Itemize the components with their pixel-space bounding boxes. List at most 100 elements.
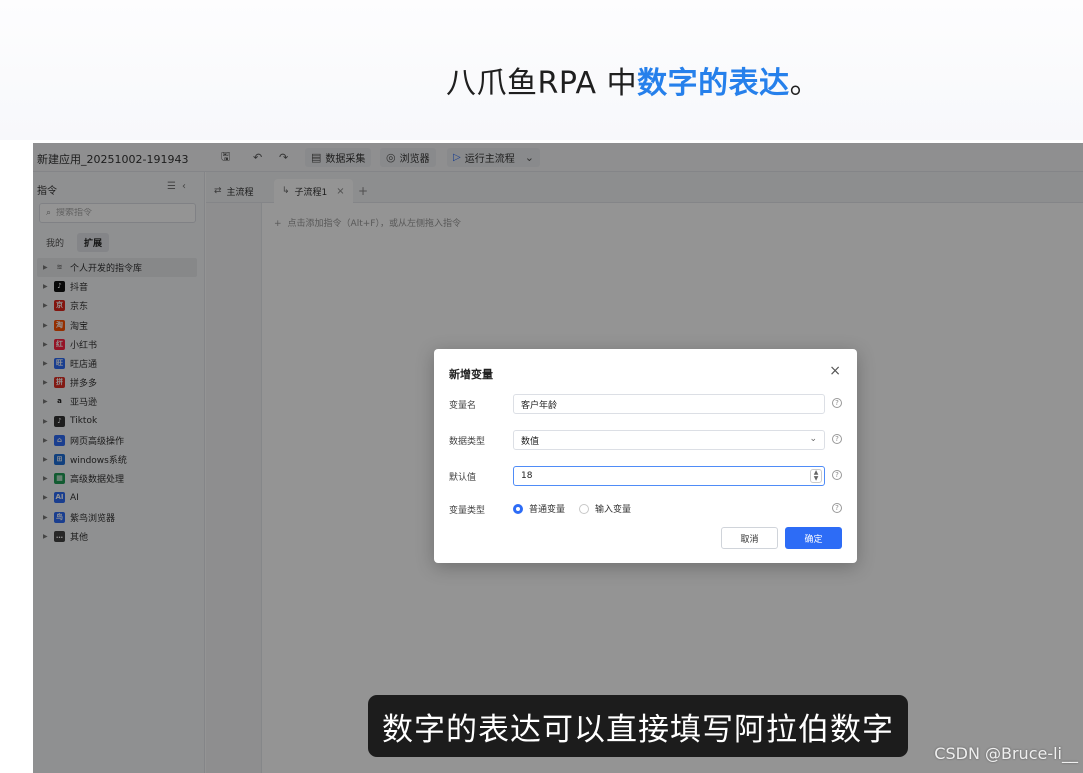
caret-right-icon[interactable]: ▶ <box>43 456 49 463</box>
sidebar-item[interactable]: ▶ ⌂ 网页高级操作 <box>37 431 197 450</box>
sidebar-item[interactable]: ▶ AI AI <box>37 488 197 507</box>
amazon-icon: a <box>57 397 62 406</box>
caret-right-icon[interactable]: ▶ <box>43 283 49 290</box>
sidebar-item[interactable]: ▶ ♪ 抖音 <box>37 277 197 296</box>
sidebar-item[interactable]: ▶ 京京东 <box>37 296 197 315</box>
banner-title-plain: 八爪鱼RPA 中 <box>446 66 638 101</box>
default-value-field[interactable]: ▲▼ <box>513 466 825 486</box>
data-icon: ▦ <box>54 473 65 485</box>
caret-right-icon[interactable]: ▶ <box>43 360 49 367</box>
redo-icon: ↷ <box>279 151 289 164</box>
sidebar-item-label: 京东 <box>70 302 89 313</box>
data-collect-label: 数据采集 <box>325 154 366 165</box>
redo-button[interactable]: ↷ <box>273 148 294 167</box>
data-type-select[interactable]: 数值 ⌄ <box>513 430 825 450</box>
close-icon[interactable]: × <box>336 186 344 197</box>
radio-input-variable[interactable]: 输入变量 <box>579 502 631 515</box>
sidebar-item[interactable]: ▶ ▦ 高级数据处理 <box>37 469 197 488</box>
caret-right-icon[interactable]: ▶ <box>43 264 49 271</box>
browser-icon: ◎ <box>386 151 396 164</box>
caret-right-icon[interactable]: ▶ <box>43 418 49 425</box>
tab-subflow-1[interactable]: ↳ 子流程1 × <box>274 179 353 203</box>
caret-right-icon[interactable]: ▶ <box>43 341 49 348</box>
collapse-list-icon[interactable]: ☰ <box>167 181 182 192</box>
sidebar-item[interactable]: ▶ a 亚马逊 <box>37 392 197 411</box>
radio-normal-variable[interactable]: 普通变量 <box>513 502 565 515</box>
save-button[interactable]: 🖫 <box>215 148 236 167</box>
sidebar-item[interactable]: ▶ ♪ Tiktok <box>37 412 197 431</box>
caret-right-icon[interactable]: ▶ <box>43 494 49 501</box>
help-icon[interactable]: ? <box>832 470 842 480</box>
sidebar-title: 指令 <box>37 186 57 197</box>
data-type-label: 数据类型 <box>449 437 486 447</box>
caret-right-icon[interactable]: ▶ <box>43 398 49 405</box>
sidebar-item[interactable]: ▶ 淘淘宝 <box>37 316 197 335</box>
sidebar-item[interactable]: ▶ 拼拼多多 <box>37 373 197 392</box>
variable-name-input[interactable] <box>521 399 791 409</box>
subflow-icon: ↳ <box>282 186 290 196</box>
number-stepper[interactable]: ▲ ▼ <box>810 469 822 483</box>
variable-name-field[interactable] <box>513 394 825 414</box>
close-icon[interactable]: × <box>829 363 841 379</box>
sidebar-item-label: 其他 <box>70 532 89 543</box>
caret-right-icon[interactable]: ▶ <box>43 514 49 521</box>
confirm-button[interactable]: 确定 <box>785 527 842 549</box>
sidebar-item[interactable]: ▶ 旺旺店通 <box>37 354 197 373</box>
variable-kind-label: 变量类型 <box>449 506 486 516</box>
dialog-title: 新增变量 <box>449 368 493 381</box>
help-icon[interactable]: ? <box>832 398 842 408</box>
caret-right-icon[interactable]: ▶ <box>43 475 49 482</box>
flow-tabbar: ⇄ 主流程 ↳ 子流程1 × + <box>206 172 1083 203</box>
caret-right-icon[interactable]: ▶ <box>43 302 49 309</box>
run-main-button[interactable]: ▷ 运行主流程 ⌄ <box>447 148 540 167</box>
sidebar-item-label: Tiktok <box>70 416 98 427</box>
help-icon[interactable]: ? <box>832 503 842 513</box>
search-input[interactable] <box>56 208 177 218</box>
undo-button[interactable]: ↶ <box>247 148 268 167</box>
data-collect-button[interactable]: ▤ 数据采集 <box>305 148 372 167</box>
radio-input-variable-label: 输入变量 <box>595 505 632 515</box>
layers-icon: ≋ <box>56 263 63 272</box>
tab-subflow-1-label: 子流程1 <box>294 187 328 198</box>
chevron-left-icon[interactable]: ‹ <box>182 181 192 192</box>
run-main-label: 运行主流程 <box>464 154 515 165</box>
default-value-input[interactable] <box>521 471 791 481</box>
sidebar-item[interactable]: ▶ 鸟紫鸟浏览器 <box>37 507 197 526</box>
watermark: CSDN @Bruce-li__ <box>934 744 1078 763</box>
sidebar-item-label: 淘宝 <box>70 321 89 332</box>
tab-mine[interactable]: 我的 <box>39 233 71 252</box>
add-command-hint[interactable]: + 点击添加指令（Alt+F），或从左侧拖入指令 <box>274 216 461 229</box>
top-toolbar: 新建应用_20251002-191943 🖫 ↶ ↷ ▤ 数据采集 ◎ 浏览器 ▷ 运… <box>33 143 1083 172</box>
chevron-down-icon[interactable]: ⌄ <box>525 151 534 164</box>
tab-main-flow[interactable]: ⇄ 主流程 <box>206 179 262 203</box>
help-icon[interactable]: ? <box>832 434 842 444</box>
browser-button[interactable]: ◎ 浏览器 <box>380 148 436 167</box>
caret-right-icon[interactable]: ▶ <box>43 437 49 444</box>
data-type-row: 数据类型 数值 ⌄ ? <box>449 430 849 450</box>
sidebar-item[interactable]: ▶ … 其他 <box>37 527 197 546</box>
caret-right-icon[interactable]: ▶ <box>43 533 49 540</box>
sidebar-tabs: 我的 扩展 <box>39 233 110 252</box>
tab-extensions[interactable]: 扩展 <box>77 233 110 252</box>
command-sidebar: 指令 ☰‹ ⌕ 我的 扩展 ▶ ≋ 个人开发的指令库 ▶ ♪ 抖音 ▶ 京京东 ▶ 淘淘宝 ▶ 红小红… <box>33 172 205 773</box>
sidebar-item-label: AI <box>70 492 79 503</box>
new-variable-dialog: 新增变量 × 变量名 ? 数据类型 数值 ⌄ ? 默认值 ▲▼ ? 变量类型 普通… <box>434 349 857 563</box>
add-tab-icon[interactable]: + <box>358 184 368 198</box>
stepper-down-icon[interactable]: ▼ <box>814 476 819 482</box>
cancel-button[interactable]: 取消 <box>721 527 778 549</box>
video-subtitle: 数字的表达可以直接填写阿拉伯数字 <box>368 695 908 757</box>
default-value-row: 默认值 ▲▼ ? <box>449 466 849 486</box>
sidebar-item[interactable]: ▶ ≋ 个人开发的指令库 <box>37 258 197 278</box>
table-icon: ▤ <box>311 151 322 164</box>
banner: 八爪鱼RPA 中数字的表达。 <box>0 0 1083 140</box>
caret-right-icon[interactable]: ▶ <box>43 322 49 329</box>
ai-icon: AI <box>54 492 65 504</box>
tiktok-icon: ♪ <box>54 415 65 427</box>
sidebar-item-label: 亚马逊 <box>70 398 98 409</box>
sidebar-item[interactable]: ▶ ⊞ windows系统 <box>37 450 197 469</box>
sidebar-item[interactable]: ▶ 红小红书 <box>37 335 197 354</box>
tab-main-flow-label: 主流程 <box>226 187 254 198</box>
command-search[interactable]: ⌕ <box>39 203 196 223</box>
caret-right-icon[interactable]: ▶ <box>43 379 49 386</box>
pinduoduo-icon: 拼 <box>54 377 65 389</box>
